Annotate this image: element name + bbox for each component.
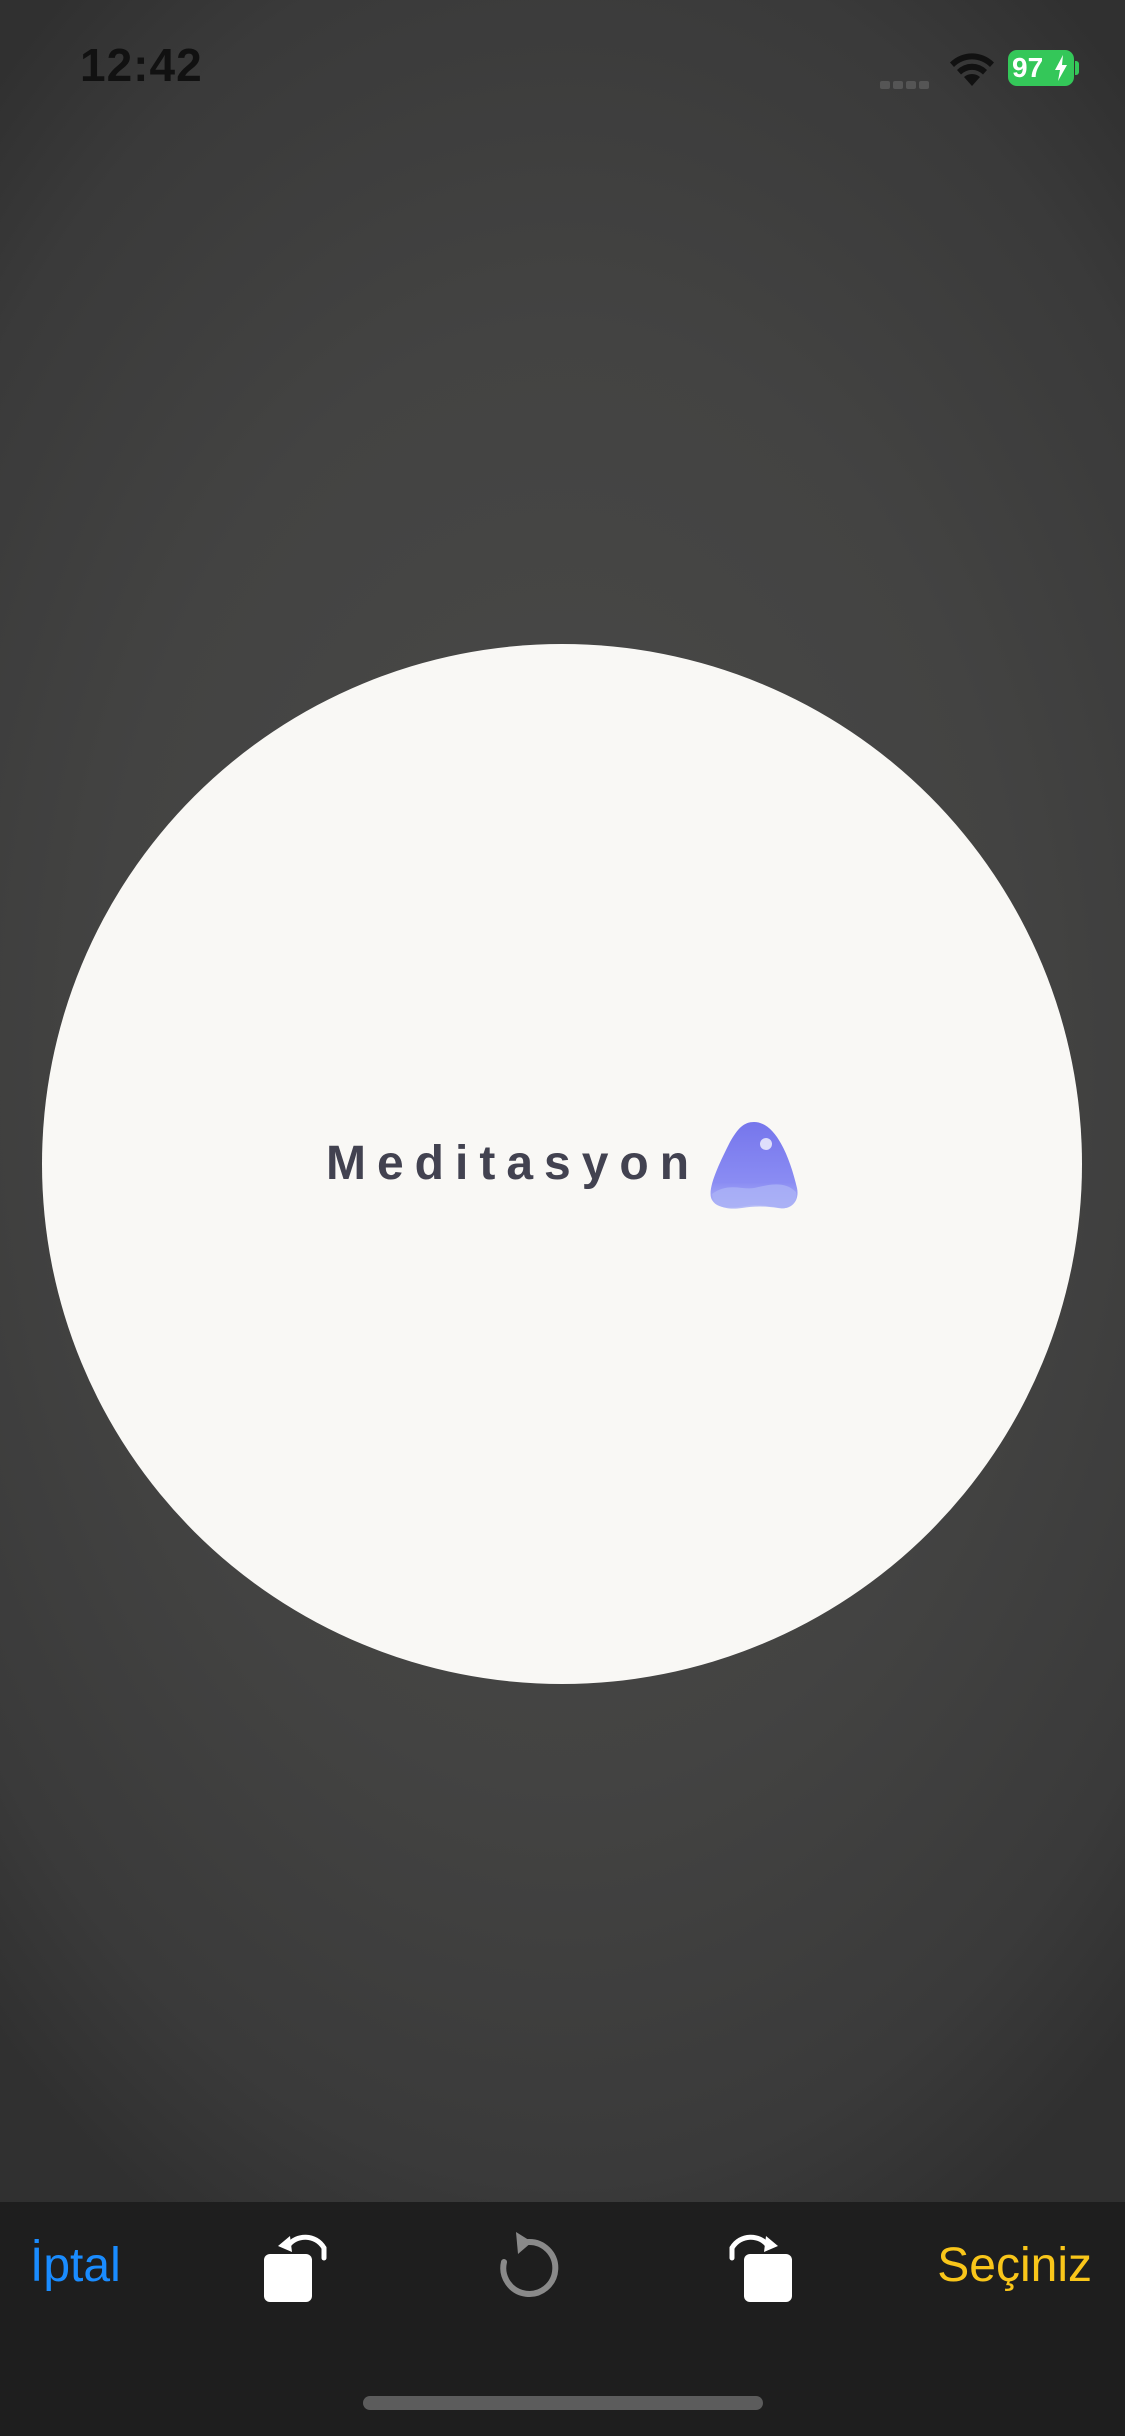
battery-level: 97	[1012, 52, 1044, 83]
choose-button[interactable]: Seçiniz	[937, 2236, 1092, 2296]
status-time: 12:42	[80, 39, 203, 91]
logo-text: Meditasyon	[326, 1137, 701, 1190]
wifi-icon	[950, 53, 994, 86]
image-editor-canvas[interactable]: 12:42 97 Meditasyon	[0, 0, 1125, 2202]
cellular-signal-icon	[880, 76, 934, 89]
cancel-button[interactable]: İptal	[30, 2236, 121, 2296]
battery-cap	[1075, 61, 1079, 75]
status-bar: 12:42 97	[0, 0, 1125, 140]
water-drop-logo-icon	[710, 1122, 798, 1209]
rotate-left-icon[interactable]	[258, 2228, 338, 2308]
charging-bolt-icon	[1055, 55, 1067, 81]
rotate-right-icon[interactable]	[718, 2228, 798, 2308]
reset-rotation-icon[interactable]	[488, 2228, 568, 2308]
home-indicator[interactable]	[363, 2396, 763, 2410]
battery-icon: 97	[1008, 50, 1074, 86]
